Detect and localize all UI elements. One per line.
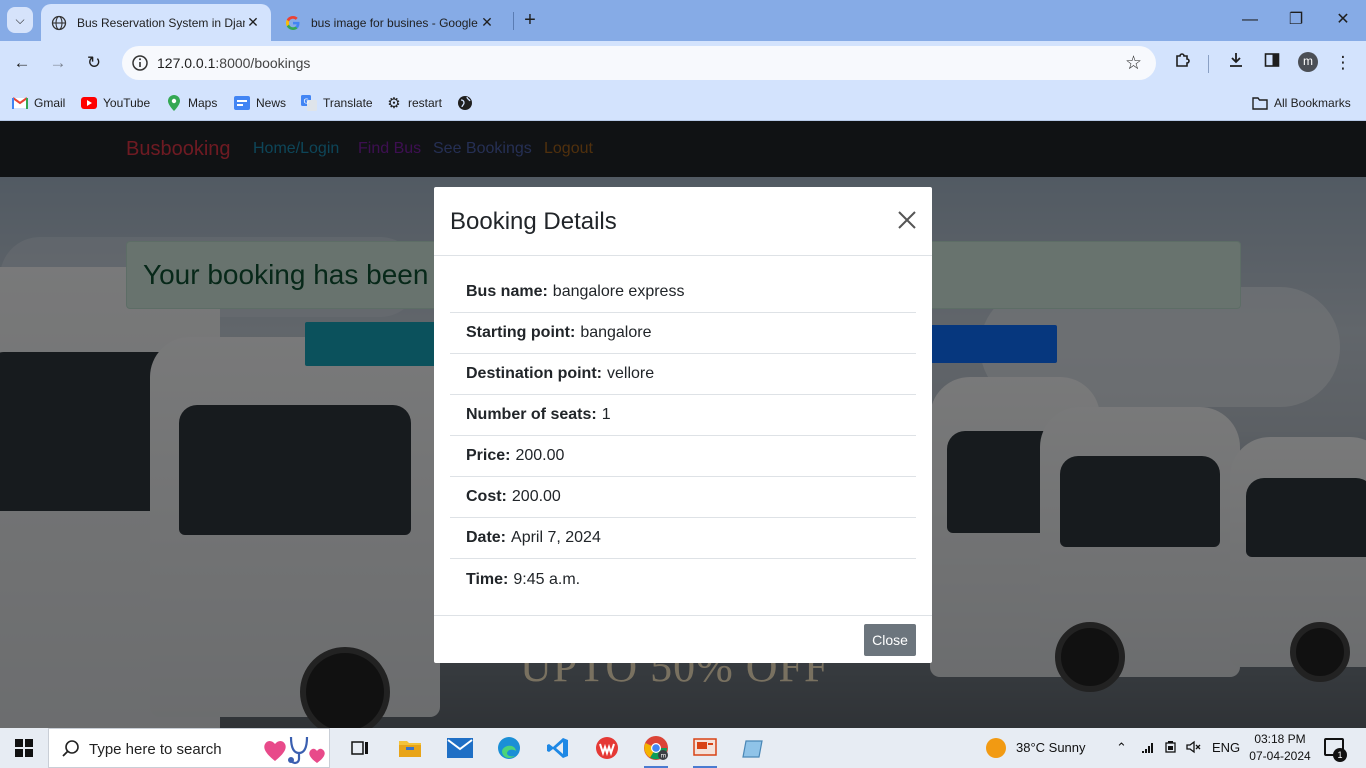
- maps-icon: [166, 95, 182, 111]
- google-icon: [286, 15, 300, 30]
- detail-row-price: Price: 200.00: [450, 436, 916, 477]
- youtube-icon: [81, 95, 97, 111]
- bookmark-news[interactable]: News: [234, 92, 286, 114]
- language-indicator[interactable]: ENG: [1212, 740, 1240, 755]
- bookmarks-bar: Gmail YouTube Maps News G Translate ⚙ re…: [0, 85, 1366, 121]
- bookmark-translate[interactable]: G Translate: [301, 92, 373, 114]
- volume-muted-icon[interactable]: [1186, 740, 1202, 757]
- presentation-app-icon[interactable]: [691, 734, 719, 768]
- extensions-icon[interactable]: [1171, 51, 1195, 75]
- address-bar[interactable]: 127.0.0.1:8000/bookings ☆: [122, 46, 1156, 80]
- close-icon[interactable]: [896, 209, 918, 231]
- toolbar-divider: [1208, 55, 1209, 73]
- detail-row-starting-point: Starting point: bangalore: [450, 313, 916, 354]
- browser-toolbar: ← → ↻ 127.0.0.1:8000/bookings ☆ m ⋮: [0, 41, 1366, 85]
- bookmark-youtube[interactable]: YouTube: [81, 92, 150, 114]
- svg-text:G: G: [304, 98, 309, 106]
- clock-date: 07-04-2024: [1249, 749, 1311, 763]
- mail-icon[interactable]: [446, 734, 474, 762]
- chevron-down-icon: ⌵: [15, 12, 25, 27]
- bookmark-globe[interactable]: [457, 92, 479, 114]
- tab-title: bus image for busines - Google: [311, 15, 478, 30]
- new-tab-icon[interactable]: +: [519, 9, 541, 31]
- close-window-icon[interactable]: ✕: [1331, 8, 1355, 32]
- detail-row-bus-name: Bus name: bangalore express: [450, 272, 916, 313]
- detail-row-time: Time: 9:45 a.m.: [466, 570, 581, 588]
- gmail-icon: [12, 95, 28, 111]
- detail-row-date: Date: April 7, 2024: [450, 518, 916, 559]
- translate-icon: G: [301, 95, 317, 111]
- search-highlight-hearts-icon: [264, 736, 325, 765]
- globe-icon: [457, 95, 473, 111]
- bookmark-gmail[interactable]: Gmail: [12, 92, 65, 114]
- minimize-icon[interactable]: —: [1238, 8, 1262, 32]
- chrome-icon[interactable]: m: [642, 734, 670, 768]
- clock-time: 03:18 PM: [1254, 732, 1306, 746]
- taskbar-clock[interactable]: 03:18 PM 07-04-2024: [1240, 731, 1320, 765]
- all-bookmarks-folder[interactable]: All Bookmarks: [1252, 92, 1351, 114]
- edge-icon[interactable]: [495, 734, 523, 762]
- close-tab-icon[interactable]: ✕: [479, 14, 495, 31]
- modal-footer: Close: [434, 615, 932, 663]
- site-info-icon[interactable]: [130, 53, 150, 73]
- close-tab-icon[interactable]: ✕: [245, 14, 261, 31]
- booking-details-list: Bus name: bangalore express Starting poin…: [450, 272, 916, 600]
- booking-details-modal: Booking Details Bus name: bangalore expre…: [434, 187, 932, 663]
- windows-taskbar: Type here to search m 38°C Sunny ⌃ ENG 0…: [0, 728, 1366, 768]
- weather-text[interactable]: 38°C Sunny: [1016, 740, 1086, 755]
- tab-bus-reservation[interactable]: Bus Reservation System in Djan ✕: [41, 4, 271, 41]
- globe-icon: [51, 15, 67, 30]
- back-arrow-icon[interactable]: ←: [10, 51, 34, 75]
- side-panel-icon[interactable]: [1260, 51, 1284, 75]
- battery-icon[interactable]: [1164, 740, 1178, 757]
- bookmark-star-icon[interactable]: ☆: [1125, 52, 1142, 75]
- download-icon[interactable]: [1224, 51, 1248, 75]
- bookmark-maps[interactable]: Maps: [166, 92, 217, 114]
- tab-google-search[interactable]: bus image for busines - Google ✕: [275, 4, 505, 41]
- search-placeholder: Type here to search: [89, 741, 222, 758]
- detail-row-number-of-seats: Number of seats: 1: [450, 395, 916, 436]
- detail-row-cost: Cost: 200.00: [450, 477, 916, 518]
- wps-office-icon[interactable]: [593, 734, 621, 762]
- url-text: 127.0.0.1:8000/bookings: [157, 55, 311, 71]
- web-page: Your booking has been UPTO 50% OFF Busbo…: [0, 121, 1366, 728]
- news-icon: [234, 95, 250, 111]
- modal-title: Booking Details: [450, 208, 617, 235]
- navbar-backdrop: [0, 121, 1366, 177]
- task-view-icon[interactable]: [346, 734, 374, 762]
- folder-icon: [1252, 95, 1268, 111]
- bookmark-restart[interactable]: ⚙ restart: [386, 92, 442, 114]
- detail-row-destination-point: Destination point: vellore: [450, 354, 916, 395]
- profile-avatar[interactable]: m: [1298, 52, 1318, 72]
- reload-icon[interactable]: ↻: [82, 51, 106, 75]
- forward-arrow-icon[interactable]: →: [46, 51, 70, 75]
- browser-tab-strip: ⌵ Bus Reservation System in Djan ✕ bus i…: [0, 0, 1366, 41]
- tab-search-button[interactable]: ⌵: [7, 7, 33, 33]
- gear-icon: ⚙: [387, 95, 401, 112]
- restore-icon[interactable]: ❐: [1284, 8, 1308, 32]
- tab-title: Bus Reservation System in Djan: [77, 15, 245, 30]
- close-button[interactable]: Close: [864, 624, 916, 656]
- network-icon[interactable]: [1141, 740, 1155, 757]
- notification-count-badge: 1: [1333, 748, 1347, 762]
- notes-app-icon[interactable]: [740, 734, 768, 762]
- windows-start-icon[interactable]: [0, 728, 48, 768]
- menu-dots-icon[interactable]: ⋮: [1331, 51, 1355, 75]
- tab-divider: [513, 12, 514, 30]
- chevron-up-icon[interactable]: ⌃: [1116, 740, 1127, 756]
- sun-weather-icon[interactable]: [986, 738, 1006, 758]
- file-explorer-icon[interactable]: [396, 734, 424, 762]
- vscode-icon[interactable]: [544, 734, 572, 762]
- modal-header: Booking Details: [434, 187, 932, 256]
- taskbar-search-box[interactable]: Type here to search: [48, 728, 330, 768]
- svg-text:m: m: [661, 753, 667, 760]
- search-icon: [62, 740, 79, 757]
